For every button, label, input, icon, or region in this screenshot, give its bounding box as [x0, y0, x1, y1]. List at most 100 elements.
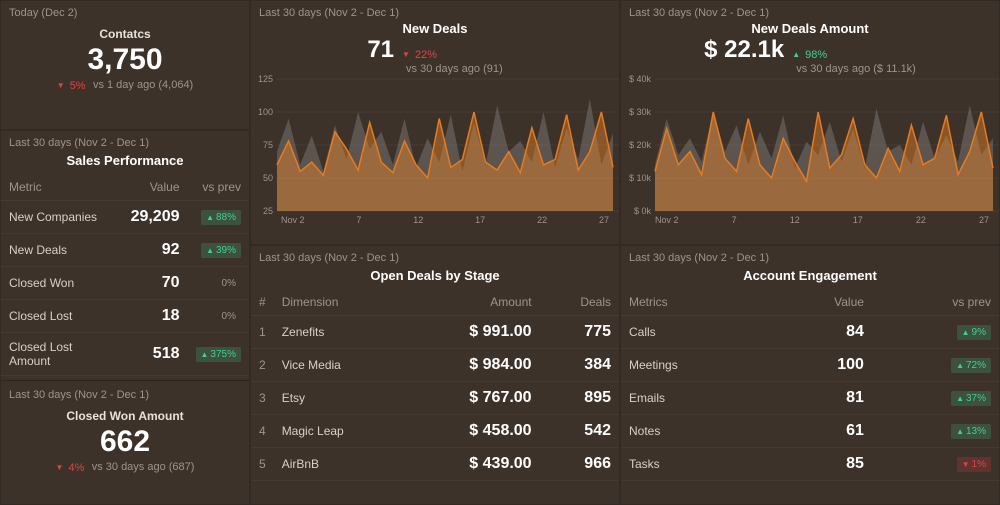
open-deals-table: # Dimension Amount Deals 1Zenefits$ 991.…: [251, 289, 619, 481]
new-deals-title: New Deals: [402, 21, 467, 36]
closed-won-context: vs 30 days ago (687): [92, 461, 195, 473]
delta-badge: 9%: [957, 325, 991, 340]
metric-delta: 72%: [872, 349, 999, 382]
new-deals-delta: 22%: [402, 49, 437, 61]
contacts-panel: Today (Dec 2) Contatcs 3,750 5% vs 1 day…: [0, 0, 250, 130]
col-value: Value: [123, 174, 188, 201]
new-deals-value: 71: [367, 36, 394, 64]
table-row: 1Zenefits$ 991.00775: [251, 316, 619, 349]
col-deals: Deals: [540, 289, 619, 316]
table-row: Emails8137%: [621, 382, 999, 415]
table-row: 3Etsy$ 767.00895: [251, 382, 619, 415]
svg-text:125: 125: [258, 75, 273, 84]
engagement-table: Metrics Value vs prev Calls849%Meetings1…: [621, 289, 999, 481]
col-value: Value: [768, 289, 872, 316]
open-deals-title: Open Deals by Stage: [251, 264, 619, 289]
metric-delta: 88%: [188, 201, 250, 234]
delta-badge: 37%: [951, 391, 991, 406]
metric-value: 70: [123, 267, 188, 300]
metric-delta: 375%: [188, 333, 250, 376]
metric-name: Tasks: [621, 448, 768, 481]
closed-won-panel: Last 30 days (Nov 2 - Dec 1) Closed Won …: [1, 380, 249, 474]
period-label: Last 30 days (Nov 2 - Dec 1): [1, 383, 249, 401]
deals-value: 542: [540, 415, 619, 448]
closed-won-title: Closed Won Amount: [1, 409, 249, 423]
delta-badge: 0%: [217, 276, 241, 291]
x-tick: 27: [599, 215, 609, 225]
dimension-name: Zenefits: [274, 316, 407, 349]
new-deals-amount-context: vs 30 days ago ($ 11.1k): [796, 63, 916, 75]
metric-name: Closed Won: [1, 267, 123, 300]
col-metrics: Metrics: [621, 289, 768, 316]
col-amount: Amount: [406, 289, 539, 316]
contacts-delta-row: 5% vs 1 day ago (4,064): [1, 77, 249, 92]
metric-name: New Companies: [1, 201, 123, 234]
x-tick: 7: [732, 215, 737, 225]
col-metric: Metric: [1, 174, 123, 201]
metric-delta: 13%: [872, 415, 999, 448]
new-deals-context: vs 30 days ago (91): [406, 63, 503, 75]
x-tick: 22: [537, 215, 547, 225]
new-deals-chart-panel: Last 30 days (Nov 2 - Dec 1) New Deals 7…: [250, 0, 620, 245]
contacts-title: Contatcs: [1, 27, 249, 41]
row-index: 2: [251, 349, 274, 382]
svg-text:$ 10k: $ 10k: [629, 173, 652, 183]
amount-value: $ 439.00: [406, 448, 539, 481]
col-vsprev: vs prev: [872, 289, 999, 316]
amount-value: $ 458.00: [406, 415, 539, 448]
metric-value: 61: [768, 415, 872, 448]
closed-won-delta: 4%: [56, 462, 85, 474]
svg-text:75: 75: [263, 140, 273, 150]
x-tick: 27: [979, 215, 989, 225]
delta-badge: 13%: [951, 424, 991, 439]
contacts-delta: 5%: [57, 80, 86, 92]
svg-text:100: 100: [258, 107, 273, 117]
delta-badge: 88%: [201, 210, 241, 225]
x-tick: 17: [853, 215, 863, 225]
x-tick: 12: [790, 215, 800, 225]
col-n: #: [251, 289, 274, 316]
sales-performance-title: Sales Performance: [1, 149, 249, 174]
metric-value: 29,209: [123, 201, 188, 234]
table-row: Tasks851%: [621, 448, 999, 481]
x-tick: 7: [356, 215, 361, 225]
row-index: 5: [251, 448, 274, 481]
row-index: 3: [251, 382, 274, 415]
table-row: New Deals9239%: [1, 234, 249, 267]
metric-delta: 39%: [188, 234, 250, 267]
svg-text:50: 50: [263, 173, 273, 183]
metric-name: Closed Lost: [1, 300, 123, 333]
metric-value: 100: [768, 349, 872, 382]
period-label: Last 30 days (Nov 2 - Dec 1): [251, 1, 619, 19]
period-label: Last 30 days (Nov 2 - Dec 1): [621, 1, 999, 19]
amount-value: $ 767.00: [406, 382, 539, 415]
svg-text:$ 30k: $ 30k: [629, 107, 652, 117]
dimension-name: AirBnB: [274, 448, 407, 481]
row-index: 1: [251, 316, 274, 349]
x-tick: 12: [413, 215, 423, 225]
svg-text:$ 40k: $ 40k: [629, 75, 652, 84]
metric-value: 81: [768, 382, 872, 415]
period-label: Last 30 days (Nov 2 - Dec 1): [1, 131, 249, 149]
table-row: 5AirBnB$ 439.00966: [251, 448, 619, 481]
contacts-delta-context: vs 1 day ago (4,064): [93, 79, 193, 91]
deals-value: 966: [540, 448, 619, 481]
engagement-panel: Last 30 days (Nov 2 - Dec 1) Account Eng…: [620, 245, 1000, 505]
contacts-value: 3,750: [1, 43, 249, 77]
new-deals-amount-chart: $ 0k$ 10k$ 20k$ 30k$ 40k: [621, 75, 999, 215]
dimension-name: Etsy: [274, 382, 407, 415]
x-tick: Nov 2: [655, 215, 679, 225]
table-row: Meetings10072%: [621, 349, 999, 382]
delta-badge: 39%: [201, 243, 241, 258]
metric-name: Closed Lost Amount: [1, 333, 123, 376]
metric-delta: 0%: [188, 267, 250, 300]
delta-badge: 1%: [957, 457, 991, 472]
col-dim: Dimension: [274, 289, 407, 316]
metric-delta: 37%: [872, 382, 999, 415]
table-row: Closed Lost Amount518375%: [1, 333, 249, 376]
new-deals-amount-value: $ 22.1k: [704, 36, 784, 64]
closed-won-delta-row: 4% vs 30 days ago (687): [1, 459, 249, 474]
new-deals-amount-delta: 98%: [792, 49, 827, 61]
svg-text:25: 25: [263, 206, 273, 215]
x-tick: Nov 2: [281, 215, 305, 225]
